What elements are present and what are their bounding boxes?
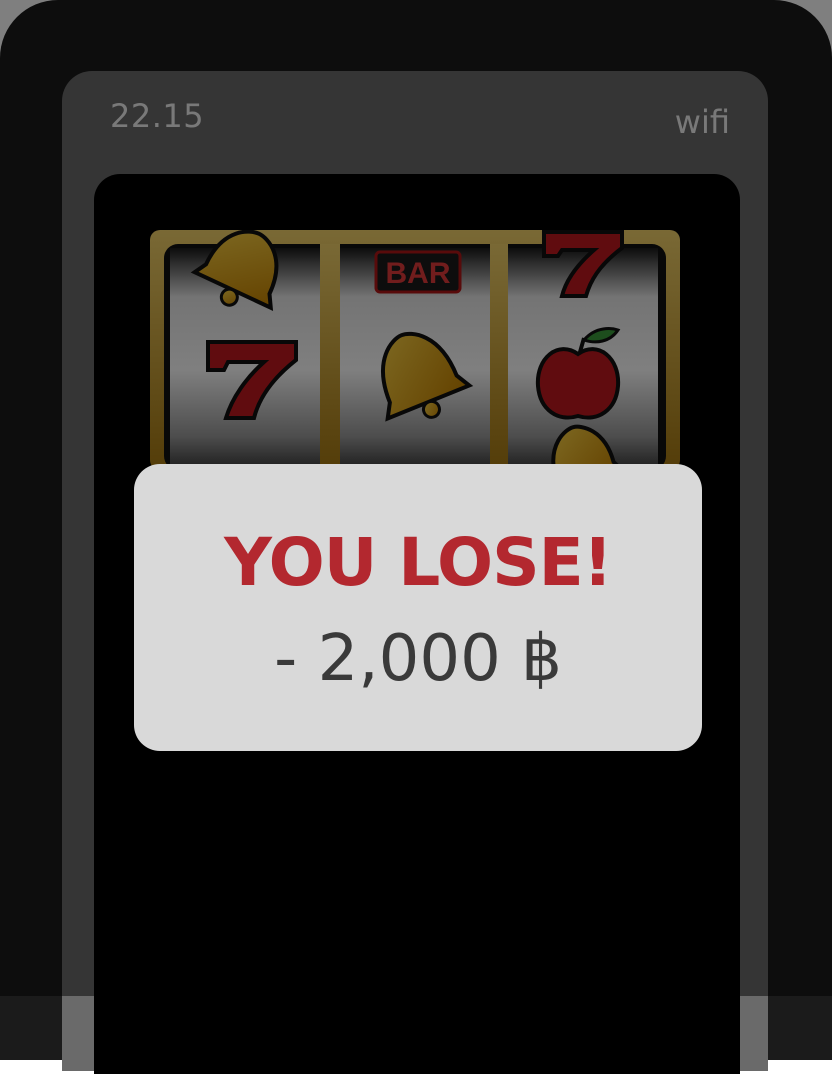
slot-machine[interactable]: BAR <box>150 230 680 470</box>
wifi-indicator: wifi <box>674 103 730 141</box>
status-time: 22.15 <box>110 97 205 135</box>
result-dialog[interactable]: YOU LOSE! - 2,000 ฿ <box>134 464 702 751</box>
svg-text:BAR: BAR <box>386 257 451 290</box>
bar-icon: BAR <box>374 250 462 294</box>
result-title: YOU LOSE! <box>224 524 613 601</box>
result-amount: - 2,000 ฿ <box>274 622 562 696</box>
